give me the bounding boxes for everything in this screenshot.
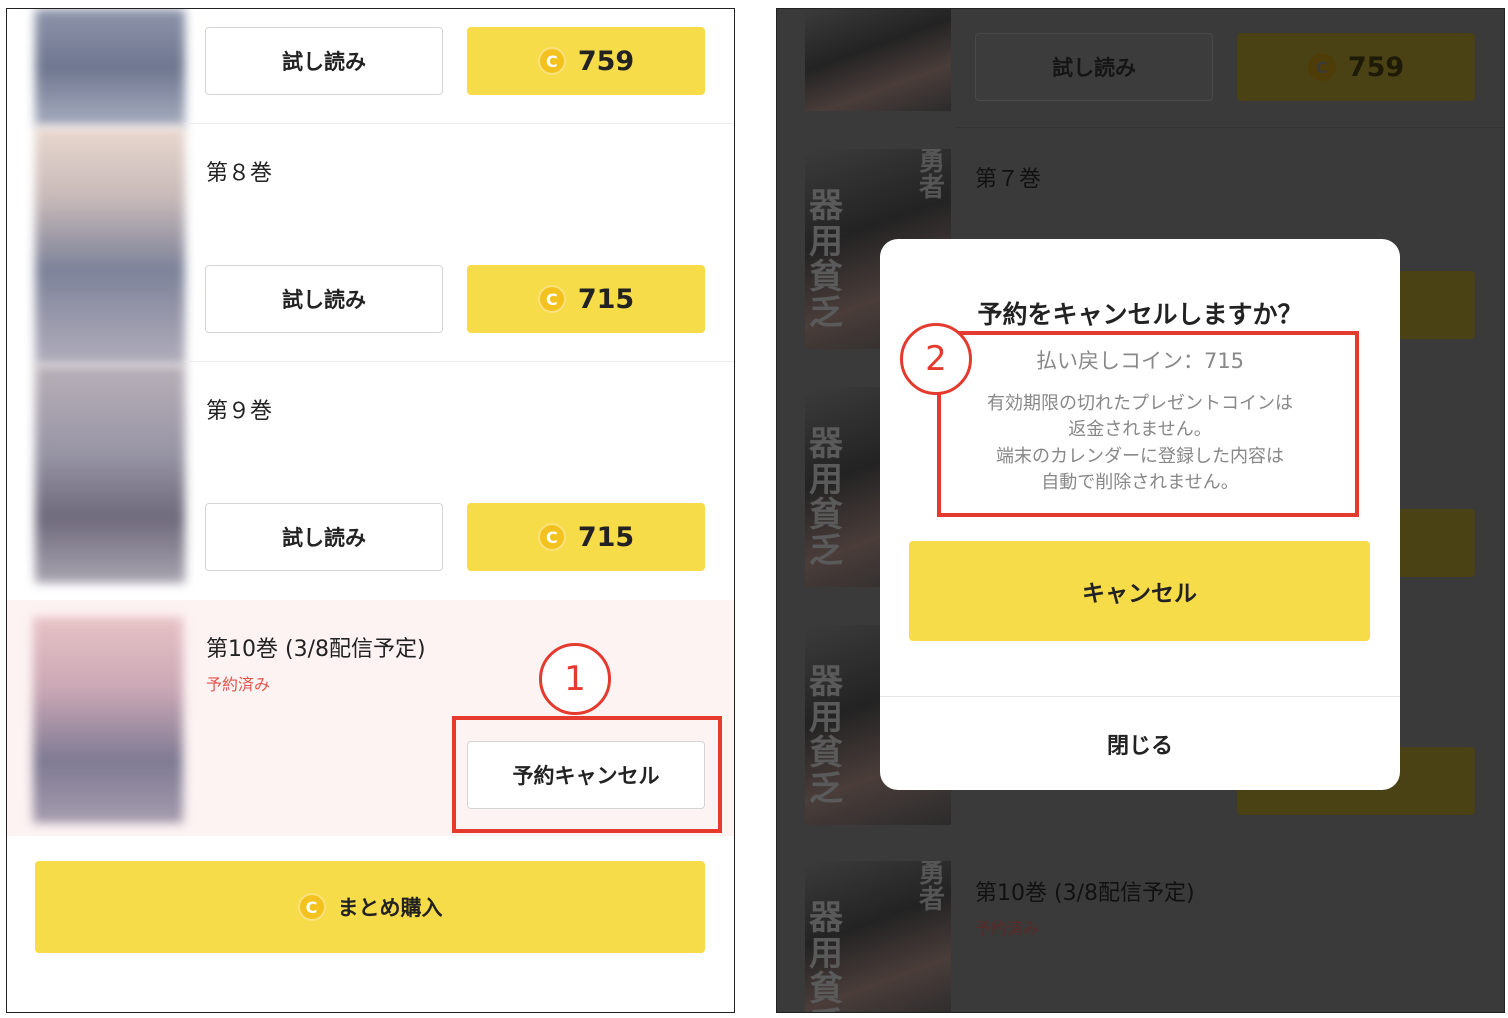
volume-cover-image [35,9,185,127]
coin-icon: C [1307,53,1336,81]
cancel-reservation-dialog: 予約をキャンセルしますか？ 払い戻しコイン：715 有効期限の切れたプレゼントコ… [880,239,1400,790]
price-label: 759 [577,45,635,77]
coin-icon: C [537,47,566,75]
trial-read-button[interactable]: 試し読み [205,265,443,333]
buy-button[interactable]: C 759 [467,27,705,95]
volume-cover-image [35,365,185,583]
reserved-status: 予約済み [975,919,1040,938]
reserved-status: 予約済み [206,675,271,694]
price-label: 715 [577,283,635,315]
cover-title-text: 器用貧乏 [809,424,843,572]
cover-title-text: 器用貧乏 [809,662,843,810]
volume-title: 第８巻 [206,161,273,186]
volume-title: 第７巻 [975,167,1042,192]
close-button[interactable]: 閉じる [880,697,1400,790]
confirm-cancel-button[interactable]: キャンセル [909,541,1370,641]
coin-icon: C [537,285,566,313]
cover-subtitle-text: 勇者 [919,149,946,203]
price-label: 759 [1347,51,1405,83]
row-divider [955,127,1504,128]
trial-read-button[interactable]: 試し読み [205,503,443,571]
cancel-dialog-panel: 試し読み C 759 器用貧乏 勇者 第７巻 器用貧乏 器用貧乏 器用貧乏 勇者… [776,8,1505,1013]
row-divider [185,123,734,124]
trial-read-button: 試し読み [975,33,1213,101]
row-divider [185,361,734,362]
buy-button[interactable]: C 715 [467,265,705,333]
cover-title-text: 器用貧乏 [809,186,843,334]
buy-button: C 759 [1237,33,1475,101]
bulk-buy-label: まとめ購入 [337,896,443,920]
price-label: 715 [577,521,635,553]
callout-number-1: 1 [539,643,611,715]
bulk-buy-button[interactable]: C まとめ購入 [35,861,705,953]
confirm-cancel-label: キャンセル [1082,581,1197,607]
dialog-title: 予約をキャンセルしますか？ [977,300,1303,329]
coin-icon: C [297,893,326,921]
volume-cover-image: 器用貧乏 勇者 [805,861,951,1012]
close-label: 閉じる [1106,733,1173,759]
trial-read-label: 試し読み [282,526,366,550]
volume-title: 第10巻 (3/8配信予定) [975,881,1195,906]
volume-cover-image [35,127,185,365]
trial-read-button[interactable]: 試し読み [205,27,443,95]
callout-number-2: 2 [900,323,972,395]
volume-title: 第10巻 (3/8配信予定) [206,637,426,662]
callout-highlight-1 [452,716,722,833]
callout-highlight-2 [937,331,1359,517]
volume-title: 第９巻 [206,399,273,424]
volume-list-panel: 試し読み C 759 第８巻 試し読み C 715 第９巻 試し読み C 715… [6,8,735,1013]
cover-title-text: 器用貧乏 [809,898,843,1012]
volume-cover-image [33,617,183,823]
volume-cover-image [805,9,951,111]
coin-icon: C [537,523,566,551]
cover-subtitle-text: 勇者 [919,861,946,915]
trial-read-label: 試し読み [1052,56,1136,80]
buy-button[interactable]: C 715 [467,503,705,571]
trial-read-label: 試し読み [282,50,366,74]
trial-read-label: 試し読み [282,288,366,312]
